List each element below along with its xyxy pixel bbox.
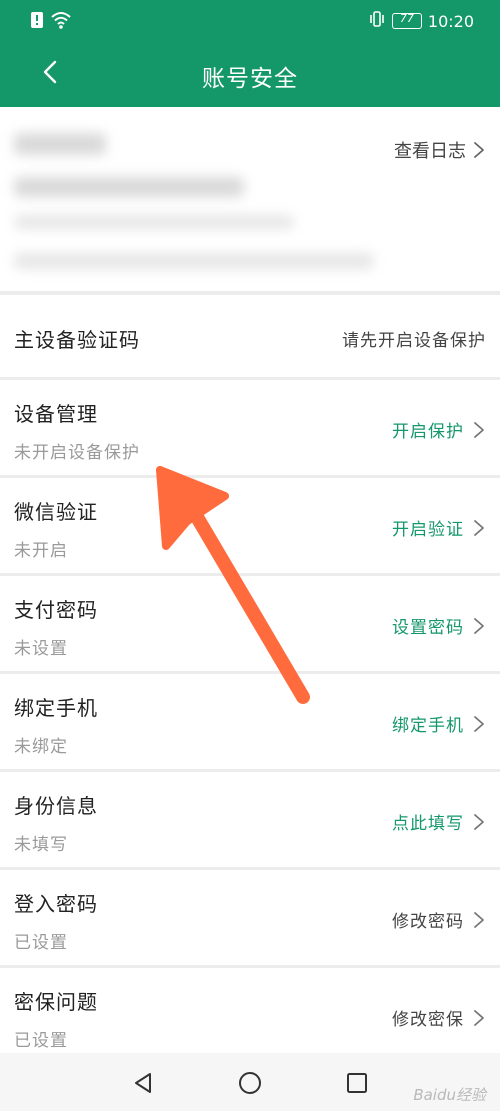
- status-bar: 77 10:20: [0, 0, 500, 42]
- row-action-label: 开启保护: [392, 422, 464, 442]
- row-label: 身份信息: [14, 794, 98, 818]
- wechat-verify-button[interactable]: 开启验证: [392, 515, 486, 540]
- settings-row-bind-phone[interactable]: 绑定手机 未绑定 绑定手机: [0, 674, 500, 769]
- chevron-right-icon: [472, 715, 486, 733]
- row-status: 未绑定: [14, 737, 68, 757]
- settings-row-login-password[interactable]: 登入密码 已设置 修改密码: [0, 870, 500, 965]
- view-log-label: 查看日志: [394, 141, 466, 162]
- row-status: 未填写: [14, 835, 68, 855]
- main-device-code-label: 主设备验证码: [14, 328, 140, 352]
- page-title: 账号安全: [202, 66, 298, 92]
- row-label: 设备管理: [14, 402, 98, 426]
- title-bar: 账号安全: [0, 42, 500, 107]
- row-label: 登入密码: [14, 892, 98, 916]
- main-device-code-hint: 请先开启设备保护: [342, 331, 486, 351]
- nav-home-button[interactable]: [238, 1071, 262, 1095]
- notification-icon: [30, 11, 44, 33]
- row-action-label: 开启验证: [392, 520, 464, 540]
- main-device-code-row[interactable]: 主设备验证码 请先开启设备保护: [0, 295, 500, 377]
- fill-identity-button[interactable]: 点此填写: [392, 809, 486, 834]
- row-action-label: 修改密码: [392, 912, 464, 932]
- row-action-label: 点此填写: [392, 814, 464, 834]
- settings-row-identity-info[interactable]: 身份信息 未填写 点此填写: [0, 772, 500, 867]
- device-protect-button[interactable]: 开启保护: [392, 417, 486, 442]
- battery-icon: 77: [391, 12, 422, 29]
- nav-back-button[interactable]: [131, 1071, 155, 1095]
- nav-recents-button[interactable]: [345, 1071, 369, 1095]
- chevron-right-icon: [472, 911, 486, 929]
- row-label: 密保问题: [14, 990, 98, 1014]
- account-info-card: 查看日志: [0, 107, 500, 291]
- circle-home-icon: [238, 1072, 262, 1099]
- watermark: Baidu经验: [413, 1086, 486, 1104]
- triangle-back-icon: [131, 1073, 155, 1099]
- row-action-label: 绑定手机: [392, 716, 464, 736]
- bind-phone-button[interactable]: 绑定手机: [392, 711, 486, 736]
- chevron-right-icon: [472, 141, 486, 159]
- change-password-button[interactable]: 修改密码: [392, 907, 486, 932]
- system-nav-bar: Baidu经验: [0, 1053, 500, 1111]
- blurred-account-detail: [14, 215, 294, 229]
- chevron-right-icon: [472, 1009, 486, 1027]
- row-status: 未开启设备保护: [14, 443, 140, 463]
- clock: 10:20: [427, 11, 474, 31]
- row-status: 已设置: [14, 1031, 68, 1051]
- blurred-account-name: [14, 133, 106, 155]
- square-recents-icon: [345, 1073, 369, 1099]
- chevron-right-icon: [472, 813, 486, 831]
- wifi-icon: [50, 11, 72, 33]
- row-label: 支付密码: [14, 598, 98, 622]
- blurred-account-extra: [14, 253, 374, 269]
- change-security-question-button[interactable]: 修改密保: [392, 1005, 486, 1030]
- battery-level: 77: [399, 12, 414, 25]
- row-status: 未设置: [14, 639, 68, 659]
- vibrate-icon: [368, 10, 386, 32]
- set-password-button[interactable]: 设置密码: [392, 613, 486, 638]
- chevron-right-icon: [472, 617, 486, 635]
- settings-row-wechat-verification[interactable]: 微信验证 未开启 开启验证: [0, 478, 500, 573]
- chevron-right-icon: [472, 421, 486, 439]
- row-action-label: 设置密码: [392, 618, 464, 638]
- blurred-account-id: [14, 177, 244, 197]
- chevron-right-icon: [472, 519, 486, 537]
- row-label: 微信验证: [14, 500, 98, 524]
- settings-row-security-question[interactable]: 密保问题 已设置 修改密保: [0, 968, 500, 1053]
- row-status: 已设置: [14, 933, 68, 953]
- view-log-link[interactable]: 查看日志: [394, 137, 486, 163]
- row-action-label: 修改密保: [392, 1010, 464, 1030]
- settings-list: 查看日志 主设备验证码 请先开启设备保护 设备管理 未开启设备保护 开启保护 微…: [0, 107, 500, 1053]
- row-label: 绑定手机: [14, 696, 98, 720]
- row-status: 未开启: [14, 541, 68, 561]
- settings-row-payment-password[interactable]: 支付密码 未设置 设置密码: [0, 576, 500, 671]
- settings-row-device-management[interactable]: 设备管理 未开启设备保护 开启保护: [0, 380, 500, 475]
